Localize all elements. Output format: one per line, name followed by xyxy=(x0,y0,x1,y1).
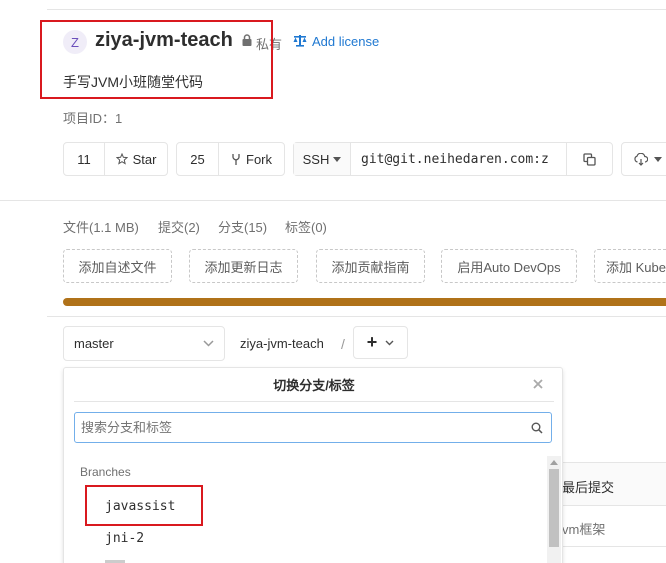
add-license-link[interactable]: Add license xyxy=(312,34,379,49)
branch-switcher-dropdown: 切换分支/标签 Branches javassist jni-2 xyxy=(63,367,563,563)
clone-group: SSH git@git.neihedaren.com:z xyxy=(293,142,613,176)
fork-label: Fork xyxy=(246,151,272,167)
fork-icon xyxy=(232,153,240,165)
branch-select-value: master xyxy=(74,336,114,351)
star-button[interactable]: Star xyxy=(104,143,167,175)
enable-auto-devops-button[interactable]: 启用Auto DevOps xyxy=(441,249,577,283)
chevron-down-icon xyxy=(203,340,214,347)
scroll-up-icon[interactable] xyxy=(550,460,558,465)
commit-message-cell: vm框架 xyxy=(562,522,606,537)
scale-icon[interactable] xyxy=(293,34,307,47)
highlight-box-branch xyxy=(85,485,203,526)
scrollbar-thumb[interactable] xyxy=(549,469,559,547)
plus-icon: + xyxy=(366,332,378,352)
breadcrumb-separator: / xyxy=(341,336,345,352)
add-changelog-button[interactable]: 添加更新日志 xyxy=(189,249,298,283)
add-file-dropdown[interactable]: + xyxy=(353,326,408,359)
fork-button[interactable]: Fork xyxy=(218,143,284,175)
fork-button-group[interactable]: 25 Fork xyxy=(176,142,285,176)
dropdown-title: 切换分支/标签 xyxy=(273,378,355,393)
branches-section-label: Branches xyxy=(80,465,131,479)
last-commit-header: 最后提交 xyxy=(562,480,615,495)
star-icon xyxy=(115,153,128,165)
clone-url-input[interactable]: git@git.neihedaren.com:z xyxy=(350,143,566,175)
copy-url-button[interactable] xyxy=(566,143,612,175)
caret-down-icon xyxy=(654,156,662,162)
star-button-group[interactable]: 11 Star xyxy=(63,142,168,176)
stat-tags[interactable]: 标签(0) xyxy=(285,217,327,236)
fork-count[interactable]: 25 xyxy=(177,143,218,175)
search-icon xyxy=(531,422,543,434)
branch-item[interactable]: jni-2 xyxy=(105,531,144,546)
star-label: Star xyxy=(132,151,157,167)
highlight-box-project xyxy=(40,20,273,99)
project-id: 项目ID：1 xyxy=(63,111,123,126)
stat-commits[interactable]: 提交(2) xyxy=(158,217,200,236)
copy-icon xyxy=(583,152,596,166)
download-button[interactable] xyxy=(621,142,666,176)
clone-protocol: SSH xyxy=(302,151,330,167)
close-icon[interactable] xyxy=(533,379,543,389)
language-bar xyxy=(63,298,666,306)
add-kubernetes-button[interactable]: 添加 Kube xyxy=(594,249,666,283)
stat-branches[interactable]: 分支(15) xyxy=(218,217,267,236)
breadcrumb-project[interactable]: ziya-jvm-teach xyxy=(240,336,324,351)
dropdown-scrollbar[interactable] xyxy=(547,456,561,563)
add-readme-button[interactable]: 添加自述文件 xyxy=(63,249,172,283)
branch-search-field[interactable] xyxy=(74,412,552,443)
branch-select[interactable]: master xyxy=(63,326,225,361)
add-contributing-button[interactable]: 添加贡献指南 xyxy=(316,249,425,283)
star-count[interactable]: 11 xyxy=(64,143,104,175)
clone-protocol-dropdown[interactable]: SSH xyxy=(294,143,350,175)
chevron-down-icon xyxy=(385,340,394,345)
stat-files[interactable]: 文件(1.1 MB) xyxy=(63,217,139,236)
branch-search-input[interactable] xyxy=(81,413,521,442)
download-icon xyxy=(634,152,648,166)
caret-down-icon xyxy=(333,156,342,162)
